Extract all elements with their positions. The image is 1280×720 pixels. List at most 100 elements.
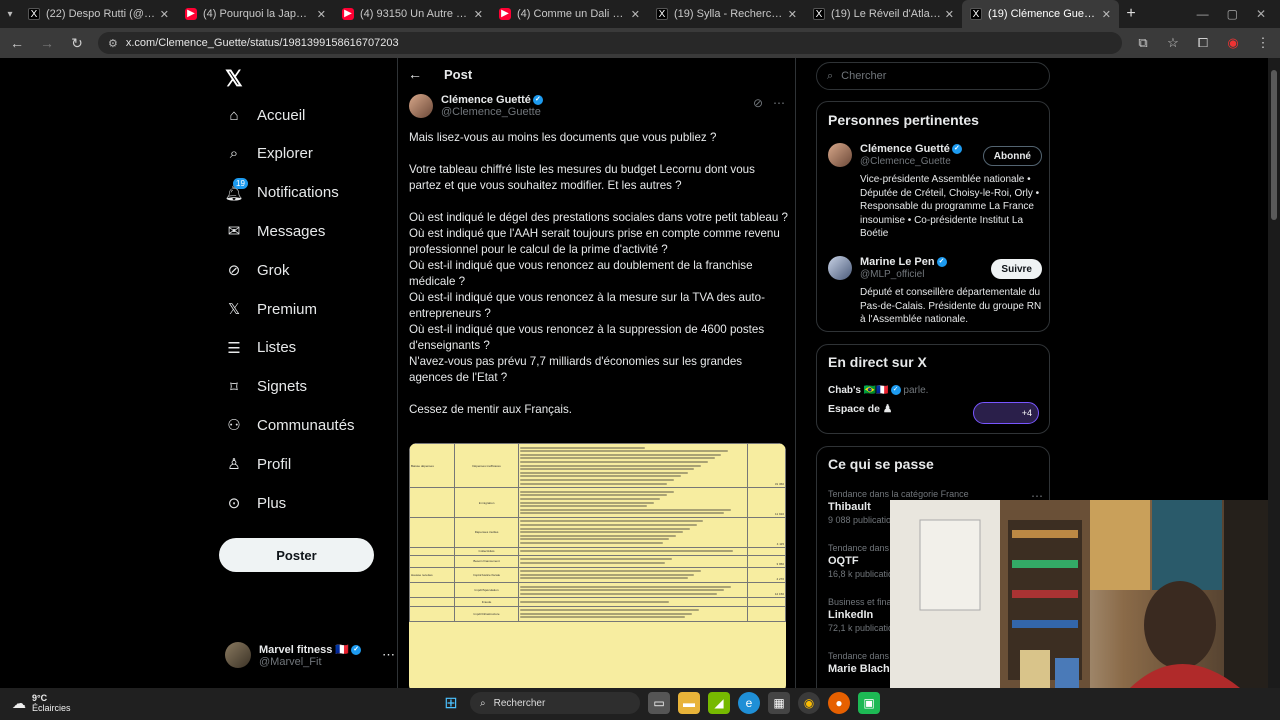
browser-tabbar: ▾ X (22) Despo Rutti (@MajsterOffi... ✕ ▶ (4…: [0, 0, 1280, 28]
tab-search-icon[interactable]: ▾: [0, 0, 20, 28]
avatar[interactable]: [828, 143, 852, 167]
follow-button[interactable]: Suivre: [991, 259, 1042, 279]
nvidia-icon[interactable]: ◢: [708, 692, 730, 714]
new-tab-button[interactable]: +: [1119, 5, 1143, 23]
measure-line: [520, 600, 670, 603]
x-logo-icon[interactable]: 𝕏: [225, 66, 243, 92]
nav-item-communautés[interactable]: ⚇ Communautés: [225, 412, 354, 438]
search-input[interactable]: ⌕ Chercher: [816, 62, 1050, 90]
back-arrow-icon[interactable]: ←: [408, 66, 422, 82]
nav-item-explorer[interactable]: ⌕ Explorer: [225, 141, 313, 167]
live-listeners[interactable]: +4: [973, 402, 1039, 424]
post-author[interactable]: Clémence Guetté ✓ @Clemence_Guette: [409, 94, 789, 118]
edge-icon[interactable]: e: [738, 692, 760, 714]
table-group-cell: [409, 554, 456, 568]
tab-title: (19) Le Réveil d'Atlas (@lerevei...: [831, 8, 941, 20]
table-row: Impôt/Spéculation 12 150: [409, 581, 786, 599]
minimize-icon[interactable]: —: [1197, 7, 1209, 21]
firefox-icon[interactable]: ●: [828, 692, 850, 714]
app-icon[interactable]: ▣: [858, 692, 880, 714]
live-host-name: Chab's 🇧🇷🇫🇷: [828, 385, 889, 396]
nav-item-signets[interactable]: ⌑ Signets: [225, 374, 307, 400]
table-group-cell: Baisse dépenses: [409, 443, 456, 489]
task-view-icon[interactable]: ▭: [648, 692, 670, 714]
forward-icon[interactable]: →: [38, 35, 56, 51]
file-explorer-icon[interactable]: ▬: [678, 692, 700, 714]
nav-item-messages[interactable]: ✉ Messages: [225, 218, 326, 244]
taskbar-search[interactable]: ⌕ Rechercher: [470, 692, 640, 714]
more-dots-icon[interactable]: ⋯: [773, 96, 785, 110]
nav-item-premium[interactable]: 𝕏 Premium: [225, 296, 317, 322]
youtube-icon: ▶: [499, 8, 511, 20]
windows-start-icon[interactable]: ⊞: [440, 692, 462, 714]
verified-icon: ✓: [532, 95, 543, 106]
scrollbar-thumb[interactable]: [1271, 70, 1277, 220]
grok-icon[interactable]: ⊘: [753, 96, 763, 110]
install-icon[interactable]: ⧉: [1134, 35, 1152, 51]
back-icon[interactable]: ←: [8, 35, 26, 51]
close-tab-icon[interactable]: ✕: [474, 8, 483, 21]
avatar[interactable]: [828, 256, 852, 280]
close-tab-icon[interactable]: ✕: [1102, 8, 1111, 21]
table-amount-cell: 3 950: [747, 554, 786, 568]
close-tab-icon[interactable]: ✕: [160, 8, 169, 21]
person-item[interactable]: Marine Le Pen ✓ @MLP_officiel Suivre Dépu…: [828, 256, 1042, 326]
browser-tab[interactable]: ▶ (4) Comme un Dali - YouTube ✕: [491, 0, 648, 28]
table-measures-cell: [518, 546, 749, 556]
measure-line: [520, 494, 668, 497]
avatar[interactable]: [409, 94, 433, 118]
live-host[interactable]: Chab's 🇧🇷🇫🇷 ✓ parle.: [828, 385, 928, 396]
site-info-icon[interactable]: ⚙: [108, 37, 118, 50]
chrome-icon[interactable]: ◉: [798, 692, 820, 714]
search-icon: ⌕: [480, 697, 486, 709]
browser-menu-icon[interactable]: ⋮: [1254, 35, 1272, 51]
reload-icon[interactable]: ↻: [68, 35, 86, 52]
table-measures-cell: [518, 605, 749, 622]
live-card: En direct sur X Chab's 🇧🇷🇫🇷 ✓ parle. Espa…: [816, 344, 1050, 434]
author-name[interactable]: Clémence Guetté: [441, 94, 531, 106]
bookmark-star-icon[interactable]: ☆: [1164, 35, 1182, 51]
close-window-icon[interactable]: ✕: [1256, 7, 1266, 21]
browser-tab[interactable]: ▶ (4) 93150 Un Autre Football Ep... ✕: [334, 0, 491, 28]
browser-tab[interactable]: X (19) Clémence Guetté sur X : "... ✕: [962, 0, 1119, 28]
browser-tab[interactable]: X (19) Le Réveil d'Atlas (@lerevei... ✕: [805, 0, 962, 28]
following-button[interactable]: Abonné: [982, 146, 1042, 166]
nav-item-plus[interactable]: ⊙ Plus: [225, 490, 286, 516]
store-icon[interactable]: ▦: [768, 692, 790, 714]
person-item[interactable]: Clémence Guetté ✓ @Clemence_Guette Abonné…: [828, 143, 1042, 243]
close-tab-icon[interactable]: ✕: [945, 8, 954, 21]
author-handle[interactable]: @Clemence_Guette: [441, 106, 543, 118]
main-column: ← Post Clémence Guetté ✓ @Clemence_Guette…: [397, 58, 796, 688]
person-name[interactable]: Marine Le Pen: [860, 256, 935, 268]
person-name[interactable]: Clémence Guetté: [860, 143, 950, 155]
page-scrollbar[interactable]: [1268, 58, 1280, 688]
table-category-cell: Impôt/Spéculation: [454, 581, 520, 599]
nav-item-listes[interactable]: ☰ Listes: [225, 335, 296, 361]
live-host-suffix: parle.: [903, 385, 929, 396]
nav-item-accueil[interactable]: ⌂ Accueil: [225, 102, 305, 128]
measure-line: [520, 478, 674, 481]
maximize-icon[interactable]: ▢: [1227, 7, 1238, 21]
post-button[interactable]: Poster: [219, 538, 374, 572]
post-image[interactable]: Baisse dépenses Dépenses inefficaces 31 36…: [409, 443, 786, 688]
profile-menu-icon[interactable]: ◉: [1224, 35, 1242, 51]
browser-tab[interactable]: X (19) Sylla - Recherche / X ✕: [648, 0, 805, 28]
nav-item-notifications[interactable]: 🔔︎ 19 Notifications: [224, 177, 339, 206]
close-tab-icon[interactable]: ✕: [788, 8, 797, 21]
close-tab-icon[interactable]: ✕: [317, 8, 326, 21]
measure-line: [520, 538, 670, 541]
weather-widget[interactable]: ☁ 9°C Éclaircies: [12, 693, 71, 713]
nav-item-profil[interactable]: ♙ Profil: [225, 451, 291, 477]
close-tab-icon[interactable]: ✕: [631, 8, 640, 21]
browser-tab[interactable]: X (22) Despo Rutti (@MajsterOffi... ✕: [20, 0, 177, 28]
table-category-cell: Impôt/Infrastructure: [454, 605, 520, 622]
nav-item-grok[interactable]: ⊘ Grok: [225, 257, 290, 283]
list-icon: ☰: [227, 339, 241, 357]
webcam-scene: [890, 500, 1280, 688]
live-space-title[interactable]: Espace de ♟: [828, 403, 892, 415]
extensions-icon[interactable]: ⧠: [1194, 35, 1212, 51]
browser-tab[interactable]: ▶ (4) Pourquoi la Japanimation va... ✕: [177, 0, 334, 28]
url-input[interactable]: ⚙ x.com/Clemence_Guette/status/198139915…: [98, 32, 1122, 54]
more-dots-icon[interactable]: ⋯: [382, 647, 395, 663]
account-switcher[interactable]: Marvel fitness 🇫🇷 ✓ @Marvel_Fit ⋯: [225, 642, 395, 668]
